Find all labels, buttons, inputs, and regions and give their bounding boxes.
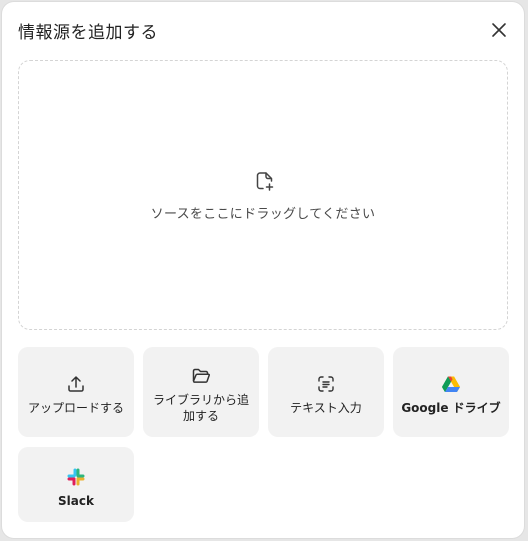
slack-label: Slack	[58, 493, 94, 508]
close-icon	[492, 23, 506, 37]
google-drive-icon	[442, 376, 460, 392]
close-button[interactable]	[488, 19, 510, 41]
upload-label: アップロードする	[27, 401, 124, 415]
google-drive-button[interactable]: Google ドライブ	[393, 347, 509, 437]
text-scan-icon	[318, 376, 334, 392]
text-input-button[interactable]: テキスト入力	[268, 347, 384, 437]
slack-icon	[67, 468, 85, 485]
file-dropzone[interactable]: ソースをここにドラッグしてください	[18, 60, 508, 330]
upload-button[interactable]: アップロードする	[18, 347, 134, 437]
add-file-icon	[256, 172, 274, 191]
dropzone-instruction: ソースをここにドラッグしてください	[150, 207, 376, 222]
dialog-title: 情報源を追加する	[18, 23, 158, 43]
text-input-label: テキスト入力	[290, 401, 362, 415]
folder-icon	[192, 368, 210, 383]
add-from-library-button[interactable]: ライブラリから追加する	[143, 347, 259, 437]
add-source-dialog: 情報源を追加する ソースをここにドラッグしてください アップロードする ライブラ…	[2, 2, 524, 538]
google-drive-label: Google ドライブ	[401, 401, 501, 415]
upload-icon	[68, 376, 84, 392]
slack-button[interactable]: Slack	[18, 447, 134, 522]
library-label: ライブラリから追加する	[152, 393, 249, 423]
